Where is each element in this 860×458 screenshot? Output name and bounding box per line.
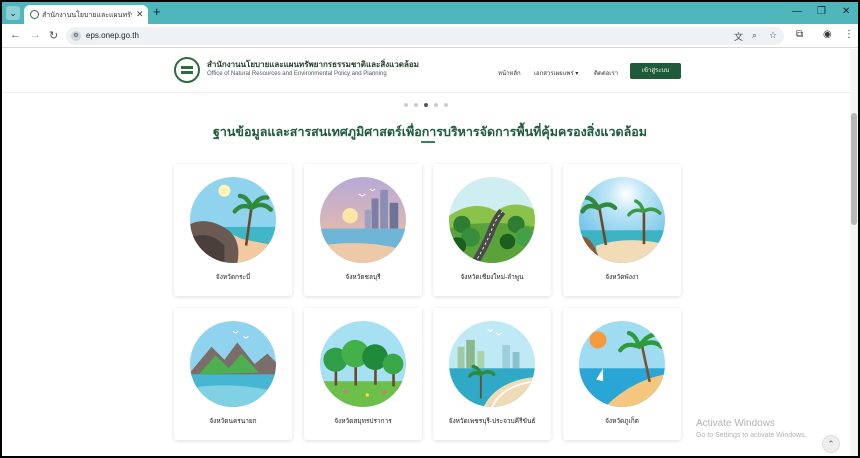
province-card-krabi[interactable]: จังหวัดกระบี่: [174, 164, 292, 296]
close-window-icon[interactable]: ✕: [842, 6, 850, 17]
page-scrollbar[interactable]: [850, 49, 858, 456]
province-card-chiangmai[interactable]: จังหวัดเชียงใหม่-ลำพูน: [433, 164, 551, 296]
browser-tab[interactable]: สำนักงานนโยบายและแผนทรัพยากร ✕: [24, 5, 148, 24]
carousel-dot[interactable]: [404, 103, 408, 107]
coast-city-illustration: [449, 321, 535, 407]
back-icon[interactable]: ←: [10, 29, 21, 41]
carousel-dot[interactable]: [414, 103, 418, 107]
maximize-icon[interactable]: ❐: [817, 6, 826, 17]
org-name-th: สำนักงานนโยบายและแผนทรัพยากรธรรมชาติและส…: [207, 60, 419, 69]
new-tab-button[interactable]: +: [153, 5, 161, 19]
mountain-lake-illustration: [190, 321, 276, 407]
section-title: ฐานข้อมูลและสารสนเทศภูมิศาสตร์เพื่อการบร…: [212, 125, 648, 139]
province-card-phuket[interactable]: จังหวัดภูเก็ต: [563, 308, 681, 440]
nav-publications[interactable]: เอกสารเผยแพร่ ▾: [534, 68, 578, 78]
activation-watermark-subtitle: Go to Settings to activate Windows.: [696, 432, 807, 439]
nav-contact[interactable]: ติดต่อเรา: [594, 68, 618, 78]
card-label: จังหวัดสมุทรปราการ: [334, 418, 392, 425]
card-label: จังหวัดเพชรบุรี-ประจวบคีรีขันธ์: [448, 418, 536, 425]
onep-logo[interactable]: [174, 57, 200, 83]
province-card-samutprakan[interactable]: จังหวัดสมุทรปราการ: [304, 308, 422, 440]
card-label: จังหวัดกระบี่: [215, 274, 251, 281]
trees-park-illustration: [320, 321, 406, 407]
login-button[interactable]: เข้าสู่ระบบ: [630, 63, 681, 79]
profile-icon[interactable]: ◉: [823, 29, 832, 40]
forward-icon[interactable]: →: [30, 29, 41, 41]
carousel-dots: [404, 103, 454, 109]
city-sunset-illustration: [320, 177, 406, 263]
carousel-dot-active[interactable]: [424, 103, 428, 107]
card-label: จังหวัดเชียงใหม่-ลำพูน: [460, 274, 524, 281]
card-label: จังหวัดพังงา: [605, 274, 639, 281]
address-bar[interactable]: ⚙ eps.onep.go.th 文 ⌕ ☆: [66, 27, 784, 45]
web-page: สำนักงานนโยบายและแผนทรัพยากรธรรมชาติและส…: [2, 49, 858, 456]
palm-beach-illustration: [579, 177, 665, 263]
card-label: จังหวัดภูเก็ต: [605, 418, 639, 425]
card-label: จังหวัดชลบุรี: [345, 274, 381, 281]
translate-icon[interactable]: 文: [734, 30, 743, 43]
reload-icon[interactable]: ↻: [49, 29, 58, 42]
forest-road-illustration: [449, 177, 535, 263]
browser-window: ⌄ สำนักงานนโยบายและแผนทรัพยากร ✕ + — ❐ ✕…: [2, 2, 858, 456]
sunset-palm-illustration: [579, 321, 665, 407]
tab-strip: ⌄ สำนักงานนโยบายและแผนทรัพยากร ✕ + — ❐ ✕: [2, 2, 858, 24]
province-card-phangnga[interactable]: จังหวัดพังงา: [563, 164, 681, 296]
extensions-icon[interactable]: ⧉: [796, 29, 803, 40]
tab-close-icon[interactable]: ✕: [136, 9, 144, 20]
menu-icon[interactable]: ⋮: [844, 29, 854, 40]
minimize-icon[interactable]: —: [792, 6, 802, 17]
site-favicon-icon: [30, 10, 39, 19]
activation-watermark-title: Activate Windows: [696, 418, 775, 429]
site-header: สำนักงานนโยบายและแผนทรัพยากรธรรมชาติและส…: [2, 49, 850, 93]
province-card-nakhonnayok[interactable]: จังหวัดนครนายก: [174, 308, 292, 440]
beach-cliff-illustration: [190, 177, 276, 263]
carousel-dot[interactable]: [444, 103, 448, 107]
org-name-en: Office of Natural Resources and Environm…: [207, 71, 387, 77]
title-underline: [421, 141, 435, 143]
tab-title: สำนักงานนโยบายและแผนทรัพยากร: [42, 12, 132, 19]
province-card-chonburi[interactable]: จังหวัดชลบุรี: [304, 164, 422, 296]
url-text[interactable]: eps.onep.go.th: [86, 31, 139, 40]
bookmark-star-icon[interactable]: ☆: [769, 30, 777, 41]
carousel-dot[interactable]: [434, 103, 438, 107]
zoom-icon[interactable]: ⌕: [752, 30, 757, 41]
site-info-icon[interactable]: ⚙: [71, 31, 81, 41]
card-label: จังหวัดนครนายก: [209, 418, 257, 425]
tab-search-icon[interactable]: ⌄: [6, 6, 20, 20]
province-card-phetchaburi[interactable]: จังหวัดเพชรบุรี-ประจวบคีรีขันธ์: [433, 308, 551, 440]
browser-toolbar: ← → ↻ ⚙ eps.onep.go.th 文 ⌕ ☆ ⧉ ◉ ⋮: [2, 24, 858, 48]
scrollbar-thumb[interactable]: [851, 113, 857, 225]
back-to-top-button[interactable]: ⌃: [822, 435, 840, 453]
nav-home[interactable]: หน้าหลัก: [498, 68, 521, 78]
